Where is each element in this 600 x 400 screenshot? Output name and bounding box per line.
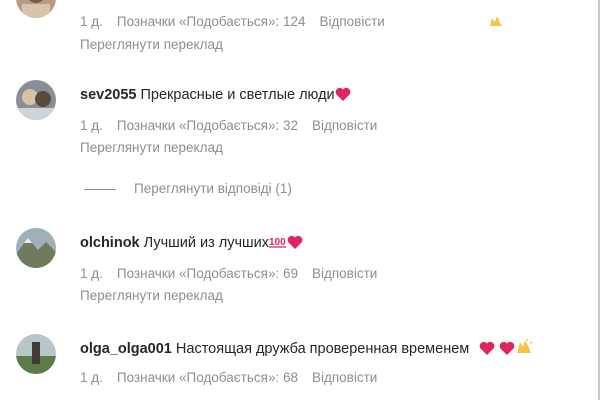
comment-username[interactable]: olchinok — [80, 235, 140, 251]
avatar[interactable] — [16, 80, 56, 120]
comment-meta: 1 д. Позначки «Подобається»: 32 Відповісти — [80, 117, 580, 135]
likes-count[interactable]: Позначки «Подобається»: 68 — [117, 370, 298, 385]
likes-count[interactable]: Позначки «Подобається»: 69 — [117, 266, 298, 281]
avatar[interactable] — [16, 228, 56, 268]
view-replies-button[interactable]: Переглянути відповіді (1) — [84, 180, 292, 198]
see-translation-link[interactable]: Переглянути переклад — [80, 139, 580, 157]
reply-button[interactable]: Відповісти — [319, 14, 384, 29]
heart-icon — [287, 235, 303, 255]
comment-body: Настоящая дружба проверенная временем — [175, 341, 470, 357]
comment-time[interactable]: 1 д. — [80, 266, 103, 281]
reply-button[interactable]: Відповісти — [312, 370, 377, 385]
view-replies-label: Переглянути відповіді (1) — [134, 181, 292, 196]
likes-count[interactable]: Позначки «Подобається»: 32 — [117, 118, 298, 133]
see-translation-link[interactable]: Переглянути переклад — [80, 287, 580, 305]
comment-text: olga_olga001 Настоящая дружба проверенна… — [80, 338, 570, 361]
comment-time[interactable]: 1 д. — [80, 370, 103, 385]
comment-text: olchinok Лучший из лучших 100 — [80, 233, 580, 255]
clapping-hands-icon — [515, 338, 533, 361]
comment-time[interactable]: 1 д. — [80, 14, 103, 29]
comment-username[interactable]: olga_olga001 — [80, 341, 172, 357]
comment-username[interactable]: sev2055 — [80, 87, 136, 103]
comment-time[interactable]: 1 д. — [80, 118, 103, 133]
comment-meta: 1 д. Позначки «Подобається»: 68 Відповісти — [80, 369, 580, 387]
comment-text: sev2055 Прекрасные и светлые люди — [80, 85, 580, 107]
avatar[interactable] — [16, 334, 56, 374]
avatar[interactable] — [16, 0, 56, 18]
comment-meta: 1 д. Позначки «Подобається»: 124 Відповіст… — [80, 13, 580, 31]
heart-icon — [335, 87, 351, 107]
comment-meta: 1 д. Позначки «Подобається»: 69 Відповісти — [80, 265, 580, 283]
hundred-points-icon: 100 — [269, 235, 287, 255]
replies-divider — [84, 188, 116, 190]
likes-count[interactable]: Позначки «Подобається»: 124 — [117, 14, 306, 29]
see-translation-link[interactable]: Переглянути переклад — [80, 36, 580, 54]
comment-body: Прекрасные и светлые люди — [140, 87, 335, 103]
heart-icon — [499, 341, 515, 361]
reply-button[interactable]: Відповісти — [312, 118, 377, 133]
clapping-hands-icon — [489, 13, 503, 31]
heart-icon — [479, 341, 495, 361]
comment-body: Лучший из лучших — [143, 235, 270, 251]
reply-button[interactable]: Відповісти — [312, 266, 377, 281]
